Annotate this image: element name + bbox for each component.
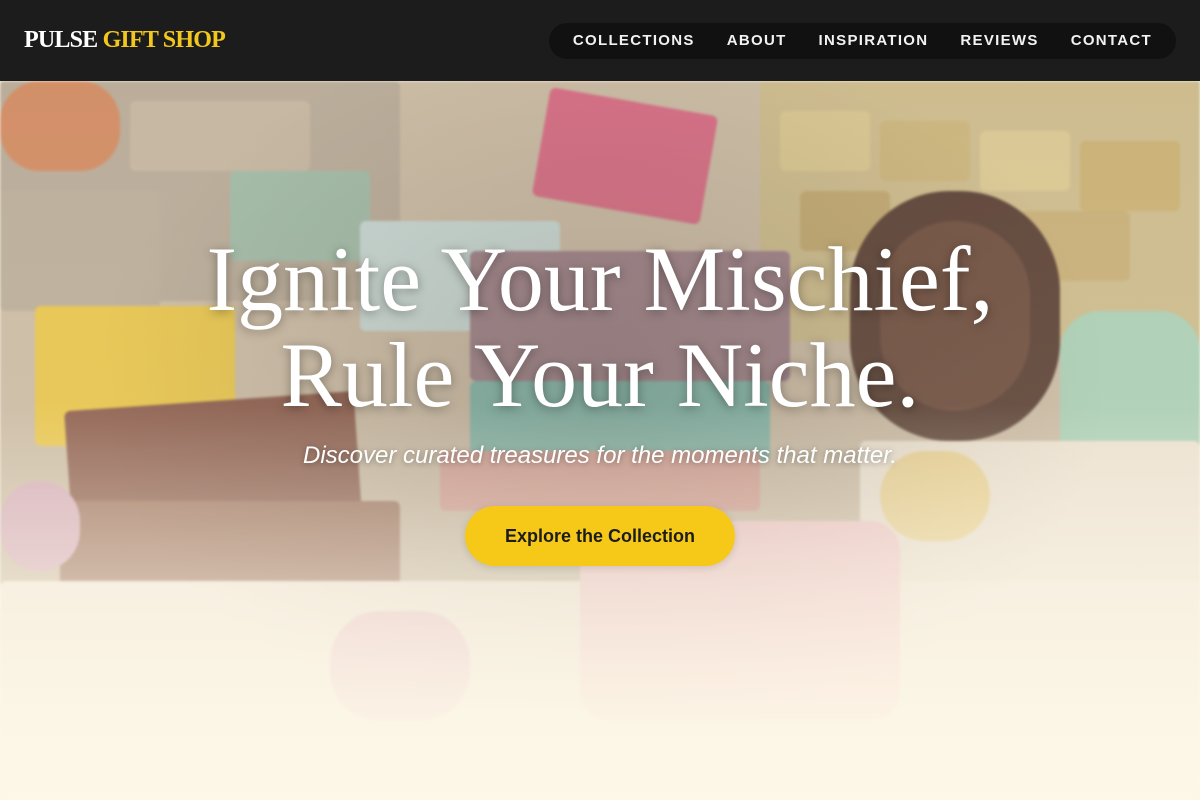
site-header: PULSE GIFT SHOP COLLECTIONS ABOUT INSPIR… [0,0,1200,81]
explore-collection-button[interactable]: Explore the Collection [465,506,735,566]
nav-link-contact[interactable]: CONTACT [1055,23,1168,59]
nav-link-about[interactable]: ABOUT [711,23,803,59]
logo-primary-text: PULSE [24,27,98,53]
nav-link-collections[interactable]: COLLECTIONS [557,23,711,59]
hero-headline: Ignite Your Mischief, Rule Your Niche. [0,231,1200,423]
nav-link-reviews[interactable]: REVIEWS [944,23,1054,59]
site-logo[interactable]: PULSE GIFT SHOP [24,27,226,54]
nav-link-inspiration[interactable]: INSPIRATION [803,23,945,59]
hero-headline-line1: Ignite Your Mischief, [206,228,994,330]
hero-subheadline: Discover curated treasures for the momen… [302,442,897,469]
hero-content: Ignite Your Mischief, Rule Your Niche. D… [0,81,1200,800]
logo-accent-text: GIFT SHOP [102,27,226,53]
main-nav: COLLECTIONS ABOUT INSPIRATION REVIEWS CO… [548,22,1176,59]
hero-headline-line2: Rule Your Niche. [280,324,920,426]
